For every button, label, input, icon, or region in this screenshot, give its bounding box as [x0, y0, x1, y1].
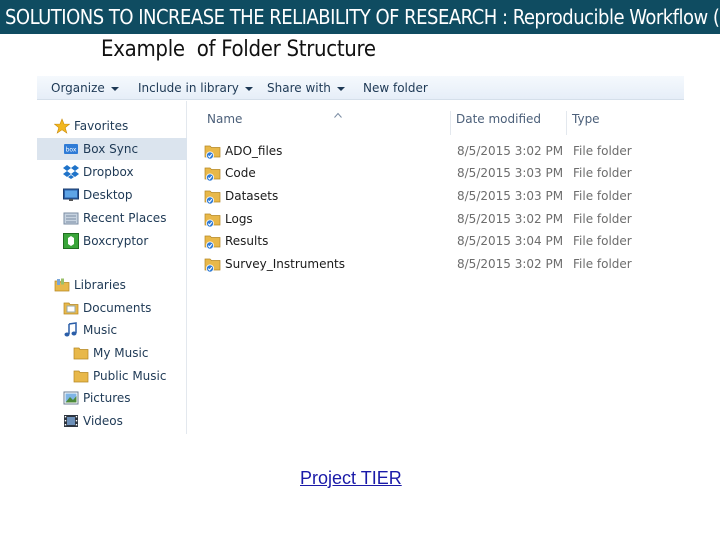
- nav-label-boxcryptor: Boxcryptor: [83, 234, 149, 248]
- column-label-name: Name: [207, 112, 243, 126]
- file-date-modified: 8/5/2015 3:02 PM: [457, 257, 564, 271]
- nav-label-dropbox: Dropbox: [83, 165, 134, 179]
- project-tier-link[interactable]: Project TIER: [300, 468, 420, 490]
- boxcryptor-icon: [63, 233, 79, 249]
- box-sync-icon: box: [64, 144, 78, 154]
- organize-label: Organize: [51, 81, 105, 95]
- nav-label-desktop: Desktop: [83, 188, 133, 202]
- file-date-modified: 8/5/2015 3:04 PM: [457, 234, 564, 248]
- nav-item-desktop[interactable]: Desktop: [37, 184, 187, 206]
- file-type: File folder: [573, 234, 632, 248]
- file-date-modified: 8/5/2015 3:03 PM: [457, 189, 564, 203]
- file-date-modified: 8/5/2015 3:02 PM: [457, 212, 564, 226]
- slide-subtitle: Example of Folder Structure: [101, 37, 376, 62]
- nav-label-recent-places: Recent Places: [83, 211, 167, 225]
- nav-label-libraries: Libraries: [74, 278, 126, 292]
- navigation-pane: Favorites box Box Sync Dropbox Desktop R…: [37, 101, 187, 434]
- videos-icon: [64, 415, 78, 427]
- nav-label-public-music: Public Music: [93, 369, 167, 383]
- include-in-library-menu[interactable]: Include in library: [138, 76, 253, 100]
- desktop-icon: [63, 188, 79, 201]
- column-header-date-modified[interactable]: Date modified: [451, 111, 567, 135]
- synced-folder-icon: [204, 213, 221, 228]
- file-type: File folder: [573, 166, 632, 180]
- nav-label-videos: Videos: [83, 414, 123, 428]
- column-label-type: Type: [572, 112, 600, 126]
- table-row[interactable]: Logs 8/5/2015 3:02 PM File folder: [188, 208, 684, 230]
- nav-item-box-sync[interactable]: box Box Sync: [37, 138, 187, 160]
- table-row[interactable]: Code 8/5/2015 3:03 PM File folder: [188, 162, 684, 184]
- synced-folder-icon: [204, 167, 221, 182]
- include-in-library-label: Include in library: [138, 81, 239, 95]
- share-with-label: Share with: [267, 81, 331, 95]
- organize-menu[interactable]: Organize: [51, 76, 119, 100]
- slide-title: SOLUTIONS TO INCREASE THE RELIABILITY OF…: [0, 0, 720, 34]
- libraries-icon: [54, 278, 70, 292]
- nav-label-my-music: My Music: [93, 346, 149, 360]
- file-explorer-window: Organize Include in library Share with N…: [37, 76, 684, 434]
- music-note-icon: [64, 322, 77, 337]
- nav-item-music[interactable]: Music: [37, 319, 187, 341]
- svg-text:box: box: [66, 147, 77, 154]
- folder-icon: [73, 370, 89, 383]
- column-header-type[interactable]: Type: [567, 111, 684, 135]
- file-name: Results: [225, 234, 269, 248]
- nav-item-my-music[interactable]: My Music: [37, 342, 187, 364]
- dropbox-icon: [63, 165, 79, 179]
- include-in-library-chevron-down-icon: [244, 86, 253, 91]
- synced-folder-icon: [204, 190, 221, 205]
- recent-places-icon: [63, 212, 79, 225]
- nav-item-pictures[interactable]: Pictures: [37, 387, 187, 409]
- file-list: Name Date modified Type ADO_files 8/5/20…: [188, 101, 684, 434]
- file-type: File folder: [573, 257, 632, 271]
- organize-chevron-down-icon: [110, 86, 119, 91]
- file-name: Code: [225, 166, 256, 180]
- file-name: Survey_Instruments: [225, 257, 346, 271]
- folder-icon: [73, 347, 89, 360]
- table-row[interactable]: ADO_files 8/5/2015 3:02 PM File folder: [188, 140, 684, 162]
- nav-item-recent-places[interactable]: Recent Places: [37, 207, 187, 229]
- column-header-name[interactable]: Name: [202, 111, 451, 135]
- nav-label-box-sync: Box Sync: [83, 142, 139, 156]
- synced-folder-icon: [204, 235, 221, 250]
- share-with-menu[interactable]: Share with: [267, 76, 345, 100]
- share-with-chevron-down-icon: [336, 86, 345, 91]
- nav-item-boxcryptor[interactable]: Boxcryptor: [37, 230, 187, 252]
- table-row[interactable]: Survey_Instruments 8/5/2015 3:02 PM File…: [188, 253, 684, 275]
- file-date-modified: 8/5/2015 3:02 PM: [457, 144, 564, 158]
- nav-label-favorites: Favorites: [74, 119, 129, 133]
- table-row[interactable]: Datasets 8/5/2015 3:03 PM File folder: [188, 185, 684, 207]
- command-bar: Organize Include in library Share with N…: [37, 76, 684, 100]
- synced-folder-icon: [204, 145, 221, 160]
- nav-item-favorites[interactable]: Favorites: [37, 115, 187, 137]
- new-folder-button[interactable]: New folder: [363, 76, 428, 100]
- nav-label-pictures: Pictures: [83, 391, 131, 405]
- file-type: File folder: [573, 144, 632, 158]
- pictures-icon: [63, 391, 79, 405]
- nav-item-public-music[interactable]: Public Music: [37, 365, 187, 387]
- nav-item-dropbox[interactable]: Dropbox: [37, 161, 187, 183]
- synced-folder-icon: [204, 258, 221, 273]
- star-icon: [54, 118, 70, 134]
- file-type: File folder: [573, 212, 632, 226]
- file-name: ADO_files: [225, 144, 283, 158]
- sort-ascending-icon: [334, 112, 342, 118]
- file-type: File folder: [573, 189, 632, 203]
- file-date-modified: 8/5/2015 3:03 PM: [457, 166, 564, 180]
- file-name: Datasets: [225, 189, 279, 203]
- nav-label-documents: Documents: [83, 301, 152, 315]
- documents-icon: [63, 302, 79, 315]
- column-label-date-modified: Date modified: [456, 112, 542, 126]
- file-name: Logs: [225, 212, 253, 226]
- nav-item-videos[interactable]: Videos: [37, 410, 187, 432]
- nav-item-documents[interactable]: Documents: [37, 297, 187, 319]
- nav-item-libraries[interactable]: Libraries: [37, 274, 187, 296]
- nav-label-music: Music: [83, 323, 118, 337]
- table-row[interactable]: Results 8/5/2015 3:04 PM File folder: [188, 230, 684, 252]
